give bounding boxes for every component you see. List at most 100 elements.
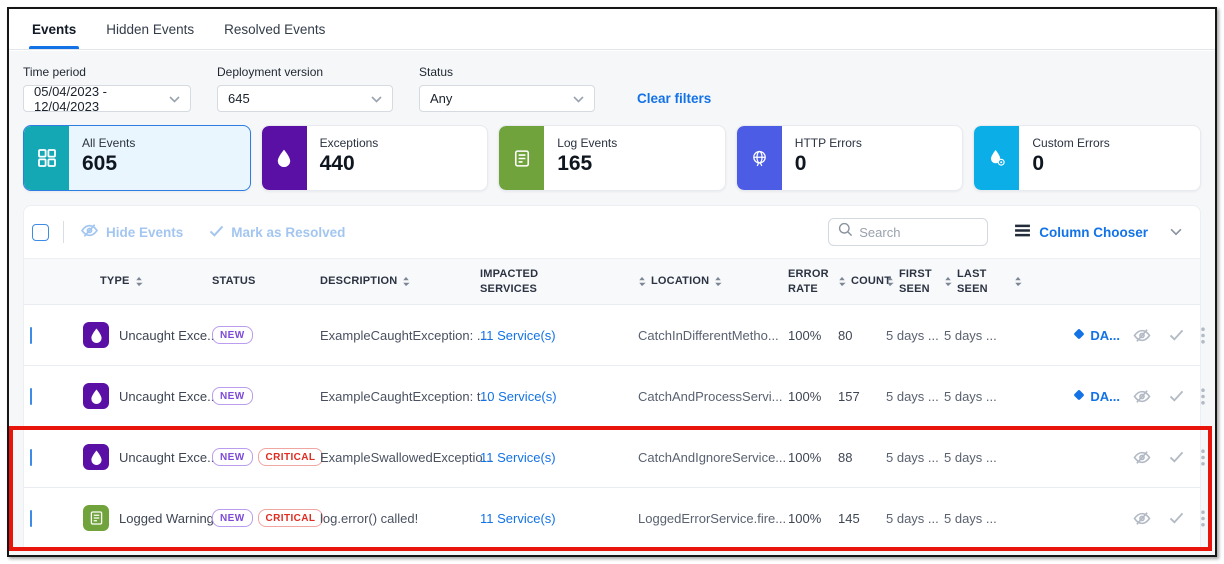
card-log-events[interactable]: Log Events 165	[498, 125, 726, 191]
app-window: Events Hidden Events Resolved Events Tim…	[7, 7, 1217, 557]
chevron-down-icon	[371, 91, 382, 106]
column-header-last-seen[interactable]: LAST SEEN	[944, 267, 1022, 296]
impacted-services-link[interactable]: 11 Service(s)	[480, 450, 638, 465]
kebab-menu-icon[interactable]	[1201, 327, 1205, 344]
tab-hidden-events[interactable]: Hidden Events	[91, 9, 209, 49]
column-header-first-seen[interactable]: FIRST SEEN	[886, 267, 944, 296]
status-filter: Status Any	[419, 65, 595, 112]
search-input[interactable]	[859, 225, 969, 240]
chevron-down-icon	[169, 91, 180, 106]
sort-icon[interactable]	[1014, 276, 1022, 287]
card-value: 0	[795, 152, 862, 176]
deployment-version-select[interactable]: 645	[217, 85, 393, 112]
resolve-icon[interactable]	[1169, 329, 1184, 341]
hide-event-icon[interactable]	[1132, 389, 1152, 404]
tab-resolved-events[interactable]: Resolved Events	[209, 9, 340, 49]
resolve-icon[interactable]	[1169, 512, 1184, 524]
hide-event-icon[interactable]	[1132, 450, 1152, 465]
select-all-checkbox[interactable]	[32, 224, 49, 241]
row-checkbox[interactable]	[30, 327, 32, 344]
card-http-errors[interactable]: HTTP Errors 0	[736, 125, 964, 191]
card-all-events[interactable]: All Events 605	[23, 125, 251, 191]
column-header-impacted-services[interactable]: IMPACTED SERVICES	[480, 267, 638, 296]
resolve-icon[interactable]	[1169, 451, 1184, 463]
impacted-services-link[interactable]: 11 Service(s)	[480, 328, 638, 343]
table-header: TYPESTATUSDESCRIPTIONIMPACTED SERVICES LO…	[24, 258, 1200, 304]
status-select[interactable]: Any	[419, 85, 595, 112]
table-row[interactable]: Uncaught Exce...NEWCRITICALExampleSwallo…	[24, 426, 1200, 487]
status-badge-critical: CRITICAL	[258, 448, 324, 466]
type-label: Logged Warning	[119, 511, 214, 526]
sort-icon[interactable]	[638, 276, 646, 287]
tab-hidden-events-label: Hidden Events	[106, 22, 194, 37]
sort-icon[interactable]	[402, 276, 410, 287]
table-row[interactable]: Uncaught Exce...NEWExampleCaughtExceptio…	[24, 304, 1200, 365]
time-period-filter: Time period 05/04/2023 - 12/04/2023	[23, 65, 191, 112]
chevron-down-icon	[573, 91, 584, 106]
tracker-link[interactable]: DA...	[1022, 389, 1132, 404]
type-cell: Logged Warning	[76, 505, 212, 531]
card-body: Log Events 165	[544, 126, 617, 190]
hide-events-button[interactable]: Hide Events	[80, 223, 183, 241]
column-header-count[interactable]: COUNT	[838, 274, 886, 288]
sort-icon[interactable]	[838, 276, 846, 287]
sort-icon[interactable]	[944, 276, 952, 287]
diamond-icon	[1073, 389, 1085, 404]
tab-events[interactable]: Events	[17, 9, 91, 49]
hide-event-icon[interactable]	[1132, 511, 1152, 526]
events-panel: Hide Events Mark as Resolved Column Choo…	[23, 205, 1201, 548]
column-chooser-button[interactable]: Column Chooser	[1014, 224, 1148, 240]
column-label: FIRST SEEN	[899, 267, 944, 296]
description-cell: ExampleCaughtException: t...	[320, 389, 480, 404]
clear-filters-button[interactable]: Clear filters	[637, 91, 711, 106]
card-label: Log Events	[557, 136, 617, 150]
column-chooser-label: Column Chooser	[1039, 225, 1148, 240]
column-label: LAST SEEN	[957, 267, 1009, 296]
description-cell: ExampleCaughtException: ...	[320, 328, 480, 343]
kebab-menu-icon[interactable]	[1201, 388, 1205, 405]
card-label: Custom Errors	[1032, 136, 1109, 150]
search-box	[828, 218, 988, 246]
impacted-services-link[interactable]: 10 Service(s)	[480, 389, 638, 404]
chevron-down-icon[interactable]	[1170, 228, 1182, 236]
column-header-type[interactable]: TYPE	[76, 274, 212, 288]
card-value: 440	[320, 152, 379, 176]
card-custom-errors[interactable]: Custom Errors 0	[973, 125, 1201, 191]
impacted-services-link[interactable]: 11 Service(s)	[480, 511, 638, 526]
flame-gear-icon	[974, 126, 1019, 190]
status-badge-critical: CRITICAL	[258, 509, 324, 527]
mark-resolved-label: Mark as Resolved	[231, 225, 345, 240]
table-row[interactable]: Logged WarningNEWCRITICALlog.error() cal…	[24, 487, 1200, 548]
card-exceptions[interactable]: Exceptions 440	[261, 125, 489, 191]
description-cell: log.error() called!	[320, 511, 480, 526]
kebab-menu-icon[interactable]	[1201, 510, 1205, 527]
status-badge-new: NEW	[212, 448, 253, 466]
tab-resolved-events-label: Resolved Events	[224, 22, 325, 37]
column-label: LOCATION	[651, 274, 709, 288]
last-seen-cell: 5 days ...	[944, 389, 1022, 404]
sort-icon[interactable]	[714, 276, 722, 287]
table-row[interactable]: Uncaught Exce...NEWExampleCaughtExceptio…	[24, 365, 1200, 426]
resolve-icon[interactable]	[1169, 390, 1184, 402]
sort-icon[interactable]	[135, 276, 143, 287]
row-checkbox[interactable]	[30, 510, 32, 527]
tracker-link[interactable]: DA...	[1022, 328, 1132, 343]
type-cell: Uncaught Exce...	[76, 322, 212, 348]
row-checkbox[interactable]	[30, 449, 32, 466]
column-header-location[interactable]: LOCATION	[638, 274, 788, 288]
card-body: Custom Errors 0	[1019, 126, 1109, 190]
time-period-select[interactable]: 05/04/2023 - 12/04/2023	[23, 85, 191, 112]
grid-icon	[24, 126, 69, 190]
status-cell: NEW	[212, 387, 320, 405]
mark-resolved-button[interactable]: Mark as Resolved	[209, 225, 345, 240]
count-cell: 145	[838, 511, 886, 526]
location-cell: CatchInDifferentMetho...	[638, 328, 788, 343]
column-header-status[interactable]: STATUS	[212, 274, 320, 288]
kebab-menu-icon[interactable]	[1201, 449, 1205, 466]
hide-event-icon[interactable]	[1132, 328, 1152, 343]
row-checkbox[interactable]	[30, 388, 32, 405]
deployment-version-label: Deployment version	[217, 65, 393, 79]
column-header-error-rate[interactable]: ERROR RATE	[788, 267, 838, 296]
sort-icon[interactable]	[886, 276, 894, 287]
column-header-description[interactable]: DESCRIPTION	[320, 274, 480, 288]
